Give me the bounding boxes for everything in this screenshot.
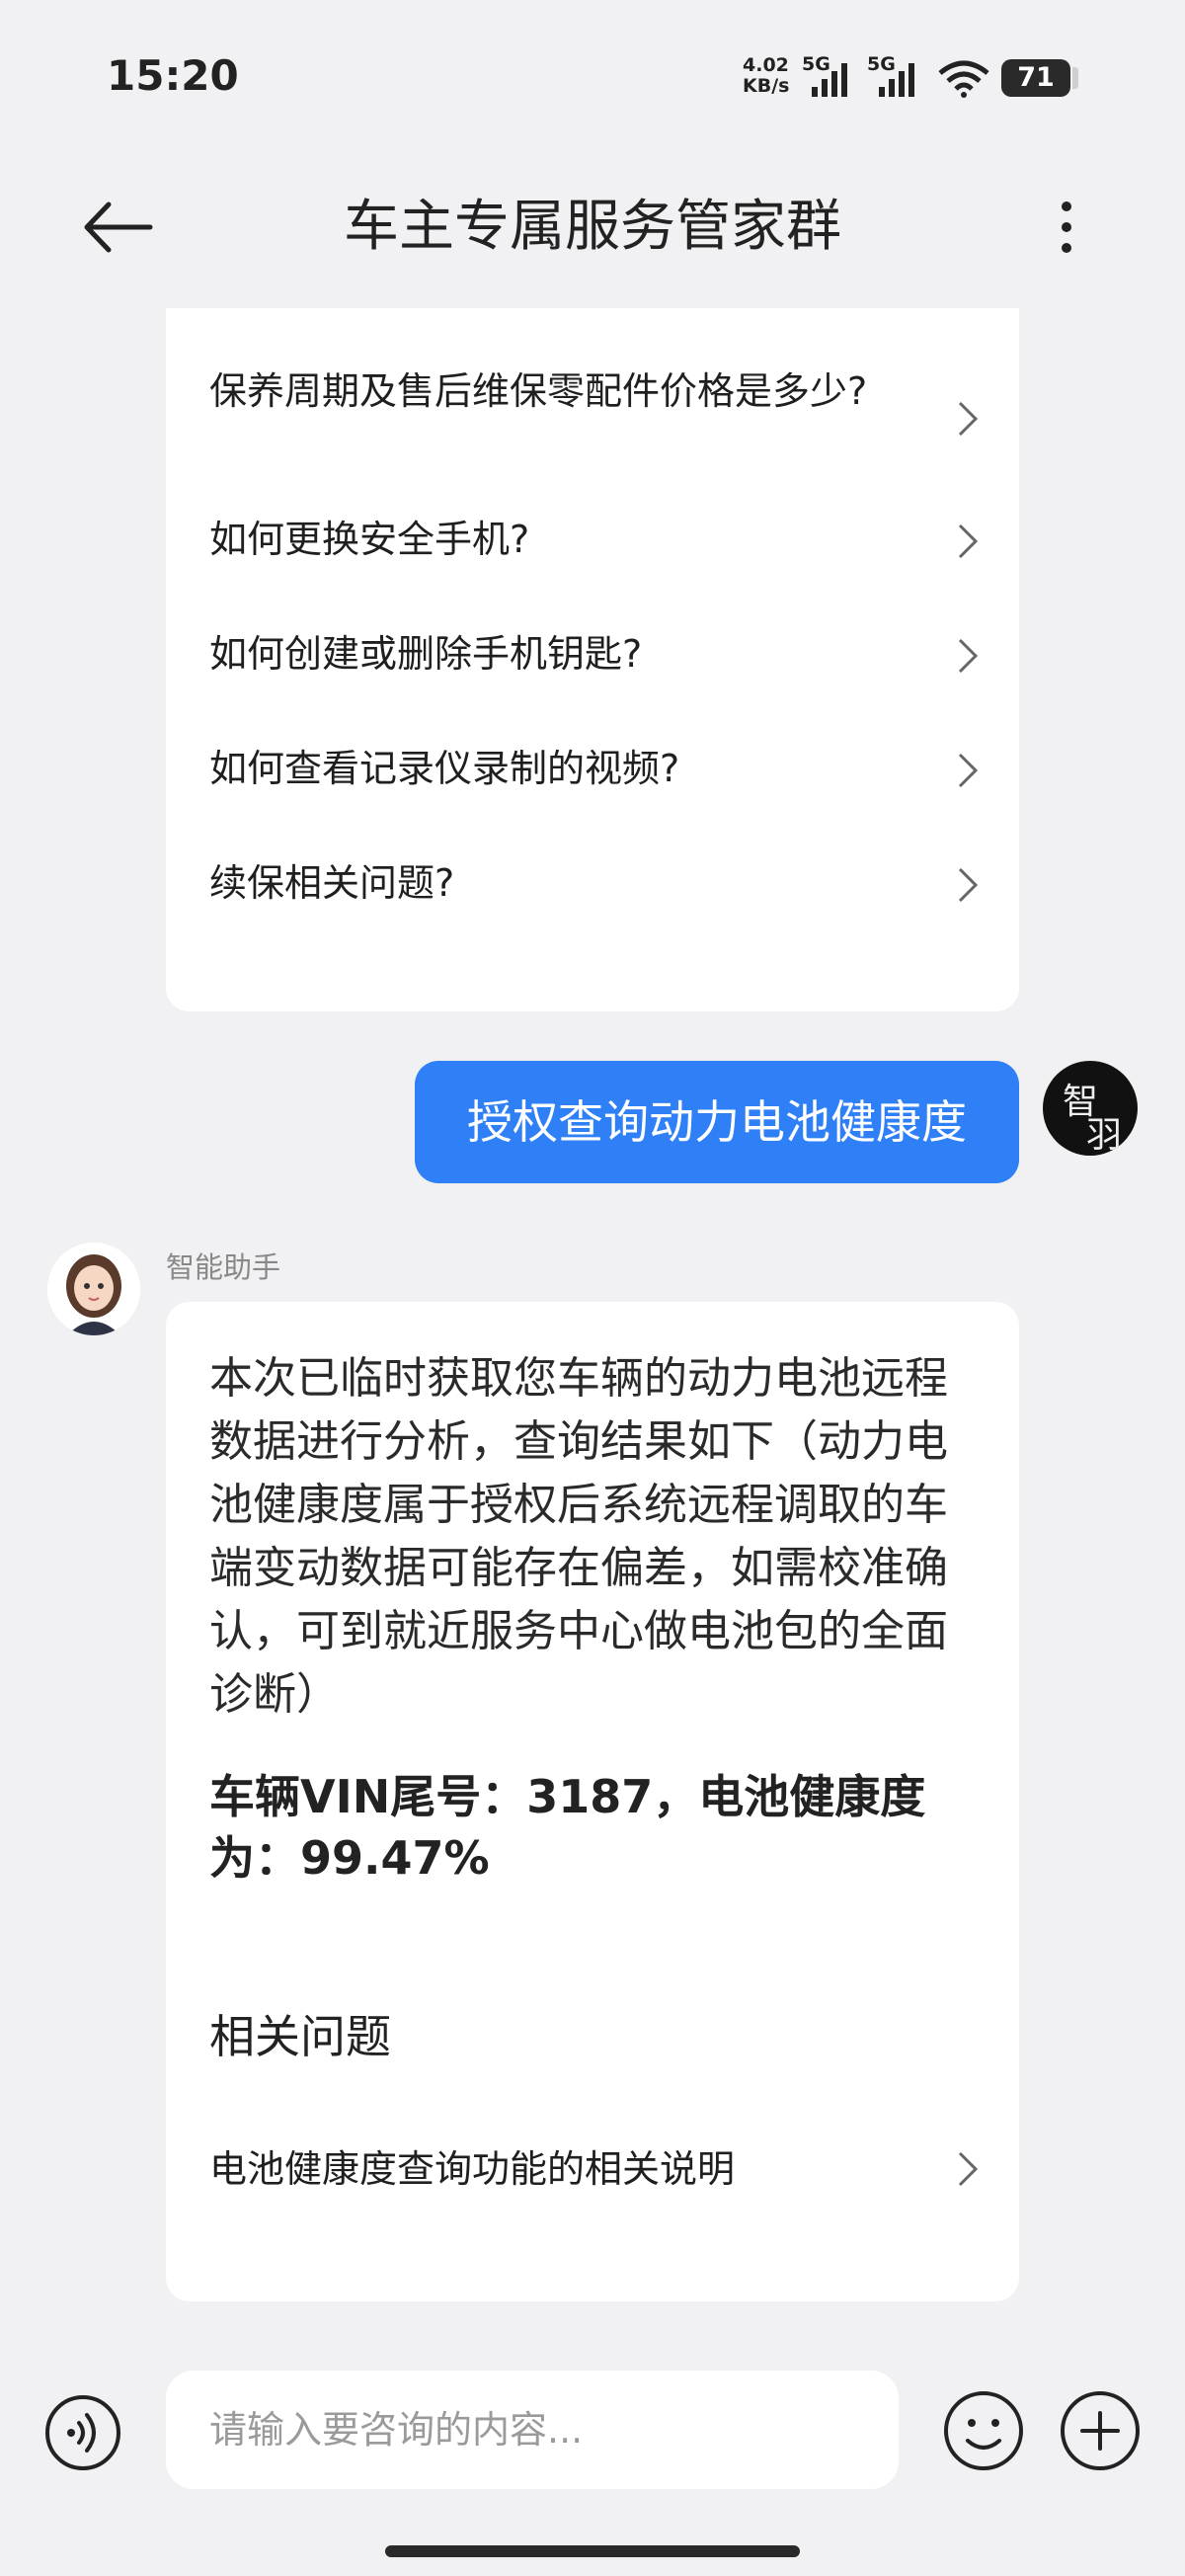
signal-icon (812, 63, 847, 97)
assistant-message-text: 本次已临时获取您车辆的动力电池远程数据进行分析，查询结果如下（动力电池健康度属于… (209, 1353, 948, 1720)
faq-item-label: 续保相关问题? (209, 861, 455, 905)
network-speed-unit: KB/s (743, 75, 790, 97)
related-question-item[interactable]: 电池健康度查询功能的相关说明 (209, 2139, 980, 2199)
emoji-icon[interactable] (942, 2389, 1025, 2472)
more-vert-icon[interactable] (1037, 193, 1096, 262)
faq-item-label: 如何查看记录仪录制的视频? (209, 747, 680, 790)
faq-item[interactable]: 如何更换安全手机? (209, 512, 980, 571)
faq-item-label: 如何更换安全手机? (209, 518, 530, 561)
assistant-avatar[interactable] (47, 1243, 140, 1335)
chevron-right-icon (958, 638, 979, 674)
chat-area[interactable]: 保养周期及售后维保零配件价格是多少? 如何更换安全手机? 如何创建或删除手机钥匙… (0, 308, 1185, 2326)
chevron-right-icon (958, 401, 979, 437)
user-avatar[interactable]: 智 羽 (1043, 1061, 1138, 1156)
related-questions-title: 相关问题 (209, 2010, 391, 2063)
faq-item[interactable]: 如何查看记录仪录制的视频? (209, 741, 980, 800)
battery-health-result: 车辆VIN尾号：3187，电池健康度为：99.47% (209, 1770, 926, 1885)
chevron-right-icon (958, 867, 979, 903)
network-speed-value: 4.02 (743, 54, 789, 76)
composer-bar (0, 2326, 1185, 2576)
message-input[interactable] (166, 2371, 899, 2489)
assistant-message-card: 本次已临时获取您车辆的动力电池远程数据进行分析，查询结果如下（动力电池健康度属于… (166, 1302, 1019, 2301)
chevron-right-icon (958, 2151, 979, 2187)
network-speed: 4.02 KB/s (743, 55, 789, 97)
related-question-label: 电池健康度查询功能的相关说明 (209, 2147, 736, 2191)
home-indicator[interactable] (385, 2545, 800, 2557)
chat-header: 车主专属服务管家群 (0, 163, 1185, 291)
page-title: 车主专属服务管家群 (344, 195, 841, 259)
battery-tip (1072, 67, 1078, 89)
status-time: 15:20 (107, 51, 239, 100)
back-arrow-icon[interactable] (79, 193, 158, 262)
faq-item-label: 保养周期及售后维保零配件价格是多少? (209, 369, 868, 413)
battery-icon: 71 (1001, 59, 1070, 97)
status-bar: 15:20 4.02 KB/s 5G 5G 71 (0, 0, 1185, 158)
assistant-name: 智能助手 (166, 1250, 281, 1284)
wifi-icon (938, 60, 989, 98)
faq-item[interactable]: 保养周期及售后维保零配件价格是多少? (209, 363, 980, 474)
faq-item[interactable]: 如何创建或删除手机钥匙? (209, 626, 980, 685)
faq-card: 保养周期及售后维保零配件价格是多少? 如何更换安全手机? 如何创建或删除手机钥匙… (166, 308, 1019, 1011)
chevron-right-icon (958, 523, 979, 559)
plus-icon[interactable] (1059, 2389, 1142, 2472)
avatar-char: 羽 (1086, 1115, 1123, 1156)
voice-icon[interactable] (43, 2393, 122, 2472)
faq-item-label: 如何创建或删除手机钥匙? (209, 632, 643, 676)
signal-icon-2 (879, 63, 914, 97)
faq-item[interactable]: 续保相关问题? (209, 855, 980, 915)
chevron-right-icon (958, 753, 979, 788)
user-message-bubble[interactable]: 授权查询动力电池健康度 (415, 1061, 1019, 1183)
